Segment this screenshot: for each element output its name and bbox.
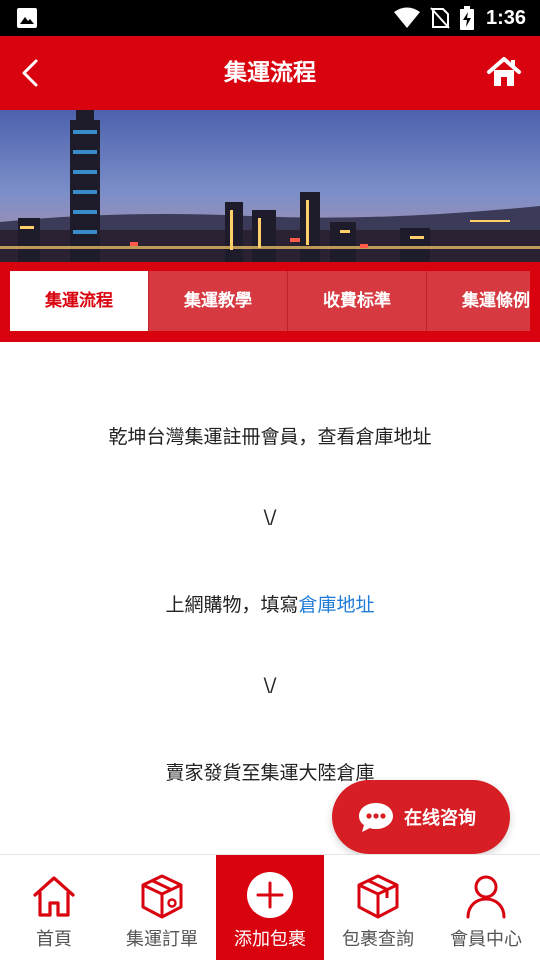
- wifi-icon: [393, 7, 420, 28]
- chat-bubble-icon: [359, 803, 393, 832]
- image-icon: [17, 8, 37, 28]
- tab-fee-standard[interactable]: 收費标準: [288, 271, 427, 331]
- tab-shipping-tutorial[interactable]: 集運教學: [149, 271, 288, 331]
- city-skyline-image: [0, 110, 540, 262]
- warehouse-address-link[interactable]: 倉庫地址: [299, 594, 375, 616]
- online-consult-label: 在线咨询: [404, 808, 476, 829]
- process-content: 乾坤台灣集運註冊會員，查看倉庫地址 \/ 上網購物，填寫倉庫地址 \/ 賣家發貨…: [0, 342, 540, 854]
- nav-home[interactable]: 首頁: [0, 855, 108, 960]
- nav-shipping-orders[interactable]: 集運訂單: [108, 855, 216, 960]
- bottom-nav: 首頁 集運訂單 添加包裹 包裹查詢 會員中心: [0, 854, 540, 960]
- nav-add-package-label: 添加包裹: [234, 929, 306, 950]
- tabs: 集運流程 集運教學 收費标準 集運條例: [10, 271, 530, 331]
- tab-bar: 集運流程 集運教學 收費标準 集運條例: [0, 262, 540, 342]
- status-time: 1:36: [485, 6, 526, 29]
- online-consult-button[interactable]: 在线咨询: [332, 780, 510, 854]
- step-register: 乾坤台灣集運註冊會員，查看倉庫地址: [108, 426, 432, 448]
- banner-image: [0, 110, 540, 262]
- nav-member-center-label: 會員中心: [450, 929, 522, 950]
- app-header: 集運流程: [0, 36, 540, 110]
- tab-shipping-terms[interactable]: 集運條例: [427, 271, 530, 331]
- no-sim-icon: [430, 7, 450, 29]
- nav-home-label: 首頁: [36, 929, 72, 950]
- step-shop: 上網購物，填寫倉庫地址: [0, 590, 540, 617]
- nav-member-center[interactable]: 會員中心: [432, 855, 540, 960]
- box-icon: [357, 874, 399, 919]
- home-icon[interactable]: [486, 54, 522, 90]
- package-icon: [141, 874, 183, 919]
- user-icon: [466, 875, 506, 919]
- tab-shipping-process[interactable]: 集運流程: [10, 271, 149, 331]
- home-icon: [33, 876, 75, 917]
- nav-shipping-orders-label: 集運訂單: [126, 929, 198, 950]
- plus-circle-icon: [247, 872, 293, 918]
- battery-charging-icon: [459, 6, 474, 30]
- step-arrow: \/: [263, 506, 277, 528]
- nav-package-query-label: 包裹查詢: [342, 929, 414, 950]
- step-arrow: \/: [263, 674, 277, 696]
- page-title: 集運流程: [224, 60, 316, 86]
- nav-package-query[interactable]: 包裹查詢: [324, 855, 432, 960]
- status-bar: 1:36: [0, 0, 540, 36]
- step-shop-text: 上網購物，填寫: [165, 594, 299, 616]
- nav-add-package[interactable]: 添加包裹: [216, 855, 324, 960]
